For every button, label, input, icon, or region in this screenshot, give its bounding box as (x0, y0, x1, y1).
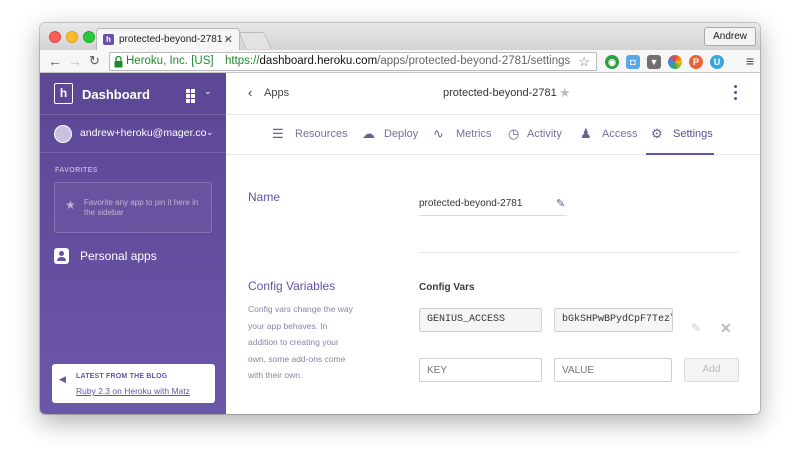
favorites-hint: Favorite any app to pin it here in the s… (84, 198, 199, 217)
personal-apps-link[interactable]: Personal apps (80, 249, 157, 263)
blog-card: ◀ LATEST FROM THE BLOG Ruby 2.3 on Herok… (52, 364, 215, 403)
clock-icon: ◷ (508, 126, 520, 141)
browser-tab-title: protected-beyond-2781 · (119, 34, 229, 45)
app-name-field: protected-beyond-2781 (419, 198, 567, 216)
sidebar-header: h Dashboard ⌄ (40, 73, 226, 115)
config-vars-heading: Config Vars (419, 282, 475, 293)
browser-menu-icon[interactable]: ≡ (746, 54, 754, 68)
account-menu[interactable]: andrew+heroku@mager.co ⌄ (40, 115, 226, 153)
color-wheel-extension-icon[interactable] (668, 55, 682, 69)
config-var-value[interactable]: bGkSHPwBPydCpF7Tez\ (554, 308, 673, 332)
close-window-button[interactable] (49, 31, 61, 43)
url-path: /apps/protected-beyond-2781/settings (377, 55, 571, 67)
tab-activity[interactable]: ◷ Activity (508, 126, 562, 141)
tab-label: Metrics (456, 128, 492, 140)
user-lock-icon: ♟ (580, 126, 592, 141)
chevron-down-icon: ⌄ (206, 127, 214, 137)
secure-origin-label: Heroku, Inc. [US] (126, 55, 214, 67)
tab-label: Deploy (384, 128, 419, 140)
close-icon[interactable]: ✕ (720, 320, 732, 337)
person-icon (54, 248, 69, 264)
dashboard-title[interactable]: Dashboard (82, 87, 150, 102)
more-options-icon[interactable] (734, 85, 738, 103)
add-config-var-button[interactable]: Add (684, 358, 739, 382)
tab-label: Settings (673, 128, 713, 140)
new-tab-button[interactable] (238, 32, 272, 49)
url-scheme: https:// (225, 55, 260, 67)
cloud-upload-icon: ☁ (362, 126, 375, 141)
tab-label: Resources (295, 128, 348, 140)
apps-grid-icon[interactable] (186, 89, 200, 103)
close-tab-icon[interactable]: ✕ (224, 33, 233, 46)
settings-content: Name protected-beyond-2781 ✎ Config Vari… (226, 155, 760, 414)
tab-metrics[interactable]: ∿ Metrics (433, 126, 492, 141)
name-section-label: Name (248, 190, 281, 204)
tab-deploy[interactable]: ☁ Deploy (362, 126, 419, 141)
minimize-window-button[interactable] (66, 31, 78, 43)
config-variables-label: Config Variables (248, 279, 336, 293)
browser-toolbar: ← → ↻ Heroku, Inc. [US] https://dashboar… (40, 50, 760, 73)
star-icon: ★ (65, 198, 76, 212)
pencil-icon[interactable]: ✎ (556, 197, 565, 210)
favorites-heading: FAVORITES (55, 167, 98, 174)
chevron-left-icon[interactable]: ‹ (248, 85, 252, 100)
p-extension-icon[interactable]: P (689, 55, 703, 69)
megaphone-icon: ◀ (59, 374, 66, 384)
browser-window: h protected-beyond-2781 · ✕ Andrew ← → ↻… (40, 23, 760, 414)
app-header: ‹ Apps protected-beyond-2781 ★ (226, 73, 760, 115)
u-extension-icon[interactable]: U (710, 55, 724, 69)
sidebar: h Dashboard ⌄ andrew+heroku@mager.co ⌄ F… (40, 73, 226, 414)
config-var-key[interactable]: GENIUS_ACCESS (419, 308, 542, 332)
pencil-icon[interactable]: ✎ (691, 321, 701, 335)
url-text: https://dashboard.heroku.com/apps/protec… (225, 53, 570, 70)
reload-icon[interactable]: ↻ (89, 52, 100, 70)
browser-tab[interactable]: h protected-beyond-2781 · ✕ (96, 28, 240, 50)
apps-back-link[interactable]: Apps (264, 87, 289, 99)
url-domain: dashboard.heroku.com (259, 55, 378, 67)
tab-access[interactable]: ♟ Access (580, 126, 638, 141)
pocket-extension-icon[interactable]: ▼ (647, 55, 661, 69)
camera-extension-icon[interactable]: ◘ (626, 55, 640, 69)
main-panel: ‹ Apps protected-beyond-2781 ★ ☰ Resource… (226, 73, 760, 414)
profile-button[interactable]: Andrew (704, 27, 756, 46)
blog-post-link[interactable]: Ruby 2.3 on Heroku with Matz (76, 386, 190, 396)
favorite-star-icon[interactable]: ★ (559, 85, 571, 101)
new-key-input[interactable] (419, 358, 542, 382)
blog-heading: LATEST FROM THE BLOG (76, 373, 168, 380)
chevron-down-icon[interactable]: ⌄ (204, 86, 212, 97)
tab-settings[interactable]: ⚙ Settings (651, 126, 713, 141)
address-bar[interactable]: Heroku, Inc. [US] https://dashboard.hero… (109, 52, 597, 71)
tab-resources[interactable]: ☰ Resources (272, 126, 348, 141)
heroku-favicon-icon: h (103, 34, 114, 45)
user-email: andrew+heroku@mager.co (80, 127, 207, 139)
tab-label: Access (602, 128, 638, 140)
app-name-title: protected-beyond-2781 (443, 87, 557, 99)
app-tabs: ☰ Resources ☁ Deploy ∿ Metrics ◷ Activity ♟ A… (226, 115, 760, 155)
back-arrow-icon[interactable]: ← (48, 52, 62, 70)
avatar (54, 125, 72, 143)
section-divider (419, 252, 739, 253)
forward-arrow-icon[interactable]: → (68, 52, 82, 70)
browser-tab-strip: h protected-beyond-2781 · ✕ Andrew (40, 23, 760, 50)
sliders-icon: ☰ (272, 126, 284, 141)
gears-icon: ⚙ (651, 126, 663, 141)
heroku-logo-icon[interactable]: h (54, 83, 73, 104)
new-value-input[interactable] (554, 358, 672, 382)
lock-icon (114, 55, 123, 68)
config-variables-description: Config vars change the way your app beha… (248, 304, 353, 380)
favorites-placeholder: ★ Favorite any app to pin it here in the… (54, 182, 212, 233)
pulse-icon: ∿ (433, 126, 444, 141)
bookmark-star-icon[interactable]: ☆ (578, 53, 590, 70)
tab-label: Activity (527, 128, 562, 140)
extension-green-icon[interactable]: ◉ (605, 55, 619, 69)
zoom-window-button[interactable] (83, 31, 95, 43)
